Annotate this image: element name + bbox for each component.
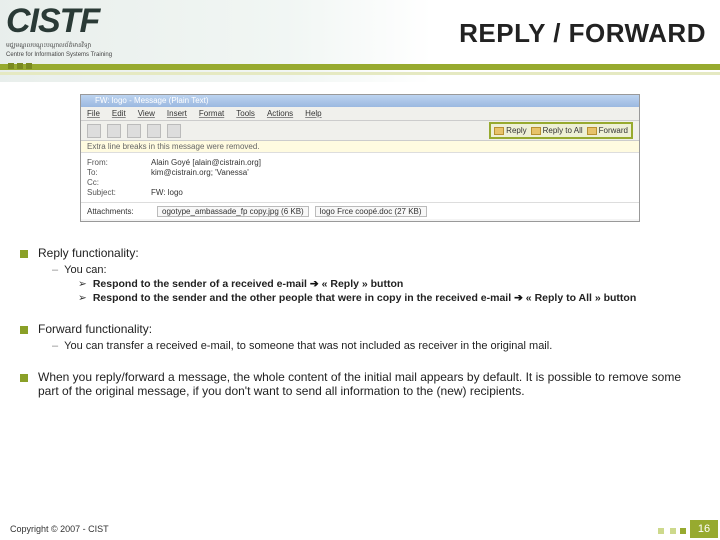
subsub-text: Respond to the sender and the other peop…	[93, 292, 636, 304]
bullet-icon	[20, 326, 28, 334]
attachments-label: Attachments:	[87, 207, 151, 216]
from-value: Alain Goyé [alain@cistrain.org]	[151, 158, 261, 167]
dash-icon: –	[52, 264, 58, 276]
subsub-reply: ➢ Respond to the sender of a received e-…	[78, 278, 692, 290]
dash-icon: –	[52, 340, 58, 352]
attachment-chip[interactable]: ogotype_ambassade_fp copy.jpg (6 KB)	[157, 206, 309, 217]
reply-buttons-highlight: Reply Reply to All Forward	[489, 122, 633, 139]
logo: CISTF មជ្ឈមណ្ឌលបណ្តុះបណ្តាលព័ត៌មានវិទ្យា…	[6, 2, 166, 58]
toolbar: Reply Reply to All Forward	[81, 121, 639, 141]
slide-body: Reply functionality: – You can: ➢ Respon…	[0, 222, 720, 398]
reply-all-button-label: Reply to All	[543, 126, 583, 135]
info-bar: Extra line breaks in this message were r…	[81, 141, 639, 153]
bullet-icon	[20, 374, 28, 382]
bullet-text: Reply functionality:	[38, 246, 139, 260]
forward-button[interactable]: Forward	[587, 126, 628, 135]
logo-subtitle-khmer: មជ្ឈមណ្ឌលបណ្តុះបណ្តាលព័ត៌មានវិទ្យា	[6, 43, 166, 50]
window-titlebar: FW: logo - Message (Plain Text)	[81, 95, 639, 107]
decor-bar	[0, 64, 720, 70]
decor-square	[658, 528, 664, 534]
subbullet-you-can: – You can:	[52, 264, 692, 276]
logo-text: CISTF	[6, 2, 166, 41]
reply-all-icon	[531, 127, 541, 135]
to-value: kim@cistrain.org; 'Vanessa'	[151, 168, 249, 177]
chevron-icon: ➢	[78, 292, 87, 304]
bullet-reply: Reply functionality:	[20, 246, 692, 260]
cc-label: Cc:	[87, 178, 151, 187]
attachment-chip[interactable]: logo Frce coopé.doc (27 KB)	[315, 206, 427, 217]
decor-square	[680, 528, 686, 534]
subbullet-text: You can:	[64, 264, 106, 276]
toolbar-icon[interactable]	[127, 124, 141, 138]
menubar: File Edit View Insert Format Tools Actio…	[81, 107, 639, 121]
slide-header: CISTF មជ្ឈមណ្ឌលបណ្តុះបណ្តាលព័ត៌មានវិទ្យា…	[0, 0, 720, 82]
menu-help[interactable]: Help	[305, 107, 321, 120]
logo-subtitle-en: Centre for Information Systems Training	[6, 52, 166, 59]
menu-tools[interactable]: Tools	[236, 107, 255, 120]
reply-icon	[494, 127, 504, 135]
chevron-icon: ➢	[78, 278, 87, 290]
decor-bar-light	[0, 72, 720, 75]
reply-button-label: Reply	[506, 126, 526, 135]
bullet-icon	[20, 250, 28, 258]
bullet-text: Forward functionality:	[38, 322, 152, 336]
reply-all-button[interactable]: Reply to All	[531, 126, 583, 135]
arrow-icon: ➔	[310, 278, 319, 290]
page-title: REPLY / FORWARD	[459, 18, 706, 49]
attachments-row: Attachments: ogotype_ambassade_fp copy.j…	[81, 203, 639, 219]
bullet-text: When you reply/forward a message, the wh…	[38, 370, 692, 398]
toolbar-icon[interactable]	[147, 124, 161, 138]
to-label: To:	[87, 168, 151, 177]
subbullet-forward-desc: – You can transfer a received e-mail, to…	[52, 340, 692, 352]
page-number: 16	[690, 520, 718, 538]
menu-view[interactable]: View	[138, 107, 155, 120]
subject-value: FW: logo	[151, 188, 183, 197]
subbullet-text: You can transfer a received e-mail, to s…	[64, 340, 552, 352]
forward-button-label: Forward	[599, 126, 628, 135]
subsub-reply-all: ➢ Respond to the sender and the other pe…	[78, 292, 692, 304]
email-window-screenshot: FW: logo - Message (Plain Text) File Edi…	[80, 94, 640, 222]
menu-file[interactable]: File	[87, 107, 100, 120]
menu-edit[interactable]: Edit	[112, 107, 126, 120]
toolbar-icon[interactable]	[87, 124, 101, 138]
menu-insert[interactable]: Insert	[167, 107, 187, 120]
decor-square	[670, 528, 676, 534]
copyright: Copyright © 2007 - CIST	[10, 524, 109, 534]
toolbar-icon[interactable]	[107, 124, 121, 138]
message-header-fields: From:Alain Goyé [alain@cistrain.org] To:…	[81, 153, 639, 203]
arrow-icon: ➔	[514, 292, 523, 304]
subsub-text: Respond to the sender of a received e-ma…	[93, 278, 403, 290]
bullet-note: When you reply/forward a message, the wh…	[20, 370, 692, 398]
reply-button[interactable]: Reply	[494, 126, 526, 135]
from-label: From:	[87, 158, 151, 167]
menu-actions[interactable]: Actions	[267, 107, 293, 120]
decor-dots	[8, 63, 32, 69]
bullet-forward: Forward functionality:	[20, 322, 692, 336]
menu-format[interactable]: Format	[199, 107, 224, 120]
slide-footer: Copyright © 2007 - CIST 16	[0, 516, 720, 540]
subject-label: Subject:	[87, 188, 151, 197]
forward-icon	[587, 127, 597, 135]
toolbar-icon[interactable]	[167, 124, 181, 138]
